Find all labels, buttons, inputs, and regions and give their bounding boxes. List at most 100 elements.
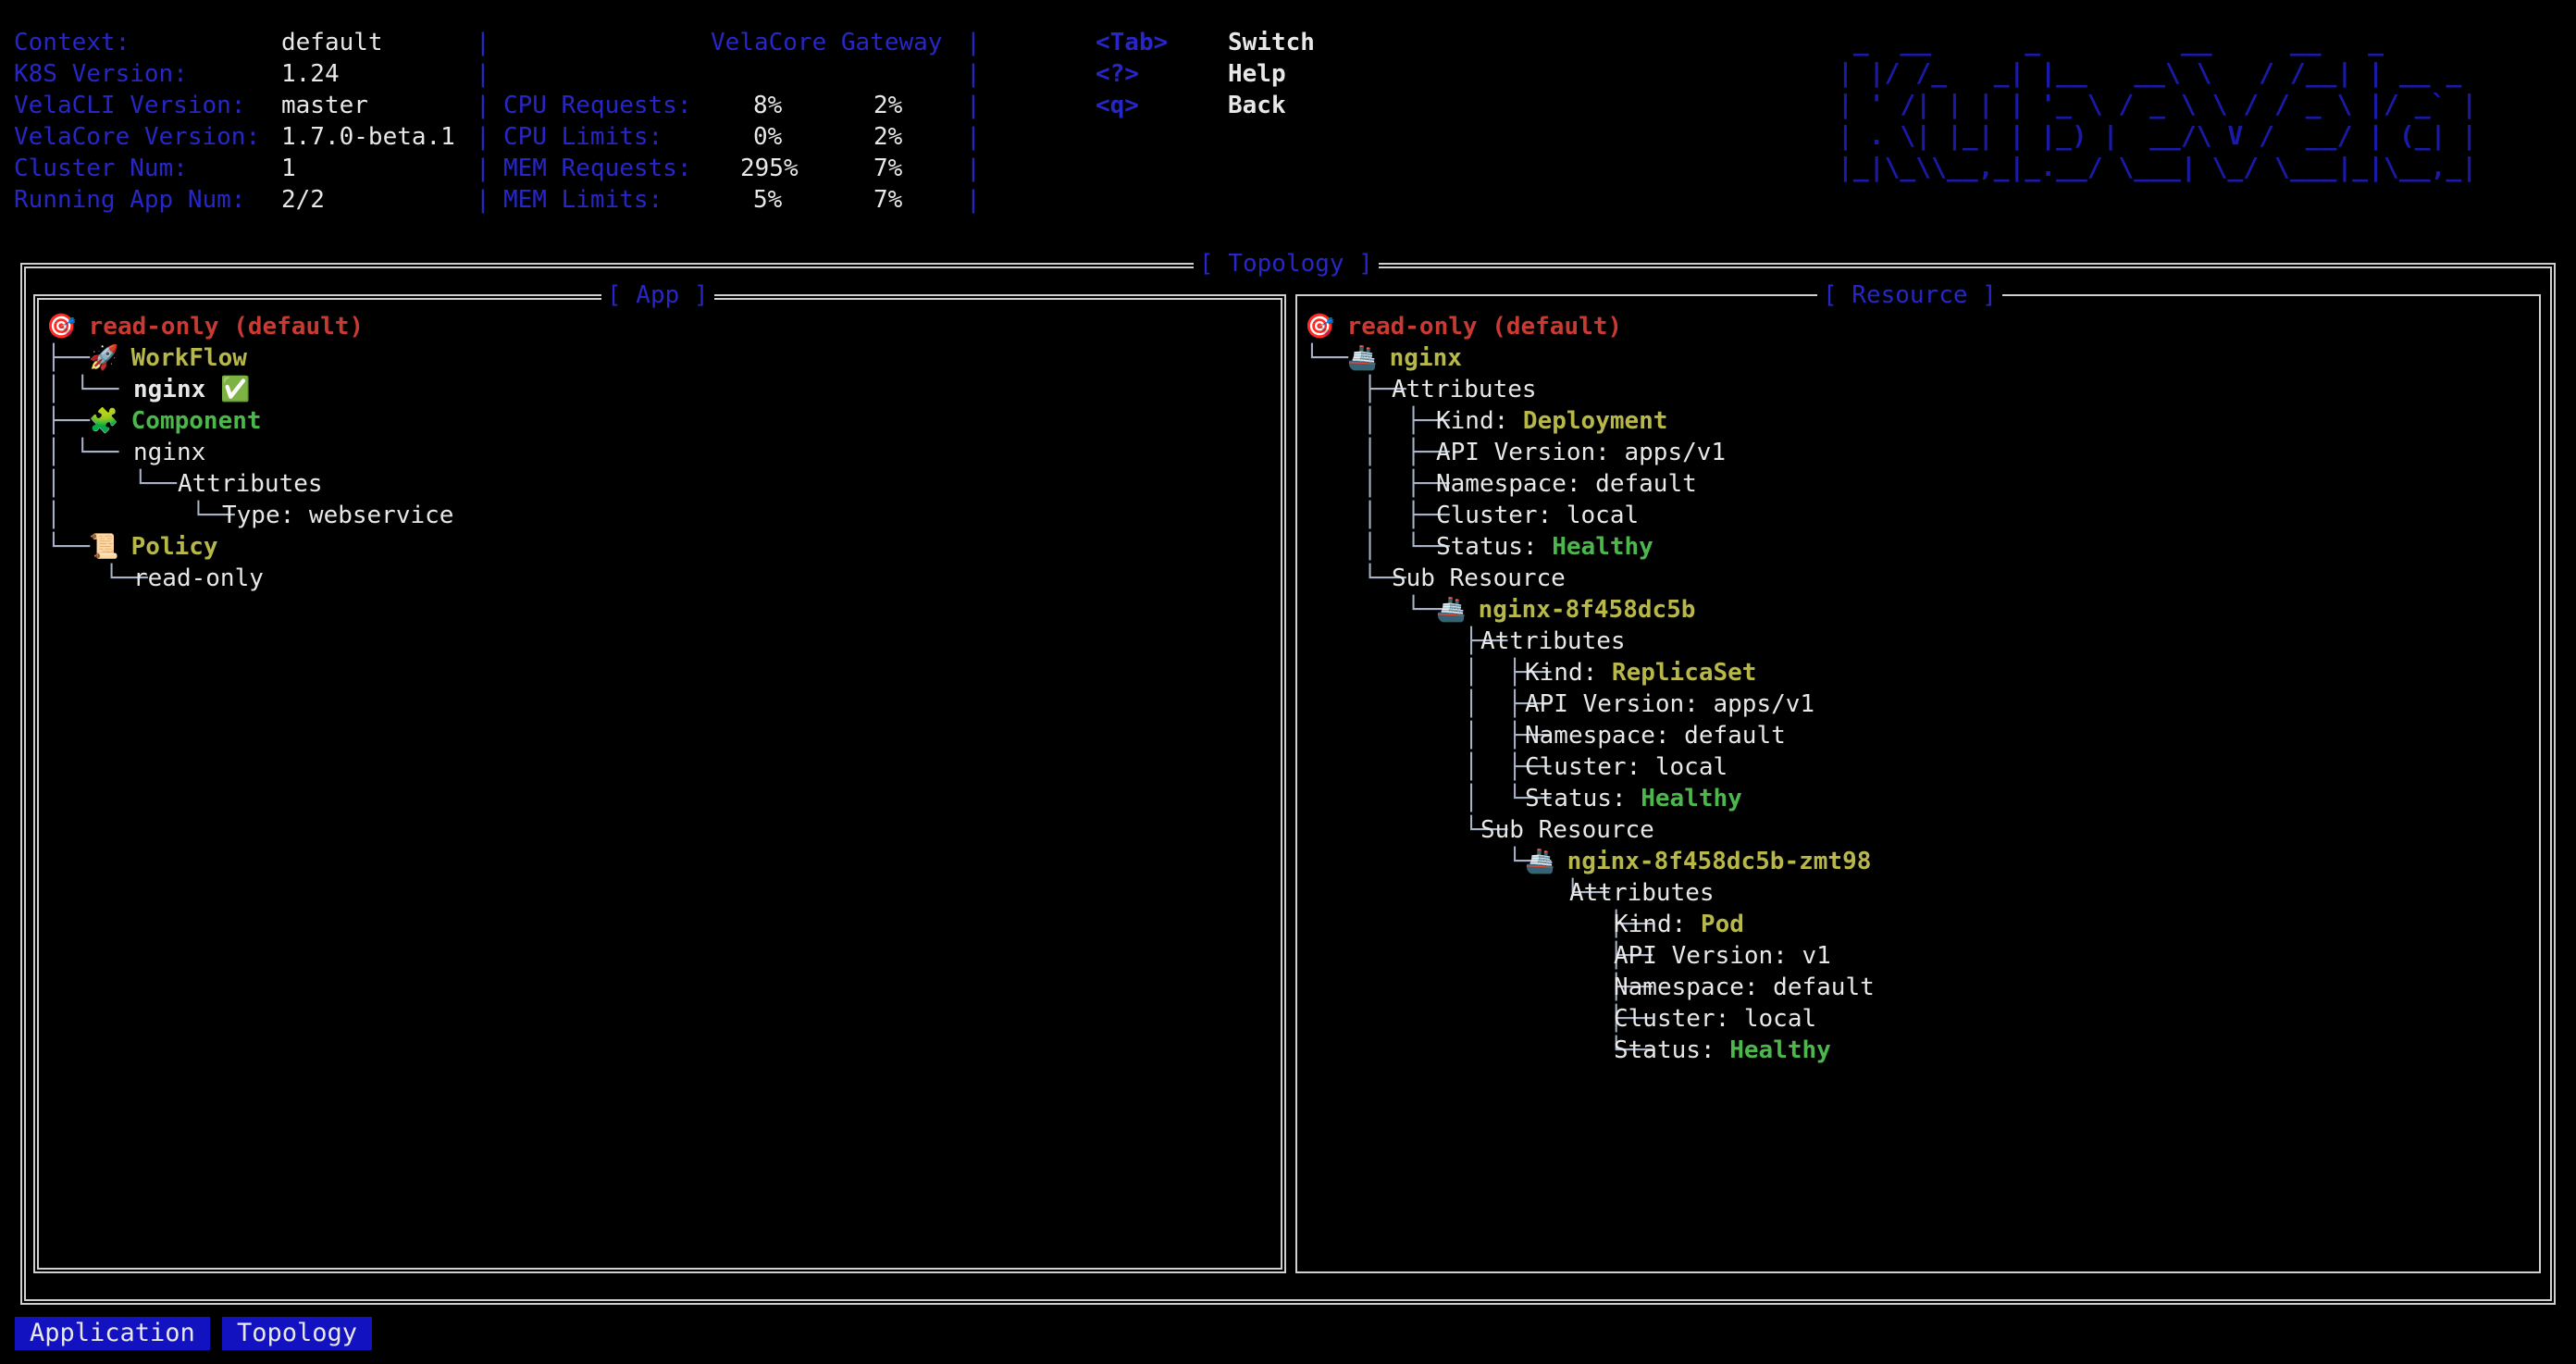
tree-branch: │ ├──: [1305, 502, 1450, 529]
shortcut-action-switch[interactable]: Switch: [1228, 27, 1315, 58]
status-prefix: Status:: [1525, 785, 1641, 812]
usage-value: 7%: [873, 186, 903, 214]
info-label: Context:: [14, 29, 130, 56]
resource-attributes[interactable]: Attributes: [1480, 626, 1626, 657]
resource-node[interactable]: 🚢 nginx: [1347, 342, 1462, 374]
usage-label: MEM Limits:: [503, 186, 663, 214]
api-prefix: API Version:: [1525, 690, 1714, 718]
app-panel-title: [ App ]: [601, 279, 714, 311]
resource-cluster: Cluster: local: [1436, 502, 1640, 529]
tree-branch: │ ├──: [1305, 753, 1552, 781]
tree-node-workflow[interactable]: 🚀 WorkFlow: [89, 342, 247, 374]
usage-value: 8%: [753, 92, 783, 119]
component-label: Component: [130, 407, 262, 435]
usage-value: 0%: [753, 123, 783, 151]
usage-label: MEM Requests:: [503, 155, 692, 182]
resource-api-version: API Version: v1: [1614, 940, 1831, 972]
kind-value: Deployment: [1522, 407, 1668, 435]
resource-name: nginx: [1389, 344, 1462, 372]
kind-value: ReplicaSet: [1611, 659, 1757, 687]
resource-root[interactable]: 🎯 read-only (default): [1305, 311, 1622, 342]
target-icon: 🎯: [46, 313, 77, 341]
info-value: 2/2: [281, 186, 325, 214]
info-value: 1.7.0-beta.1: [281, 123, 455, 151]
usage-value: 295%: [740, 155, 799, 182]
tree-node-component[interactable]: 🧩 Component: [89, 405, 262, 437]
shortcut-action-back[interactable]: Back: [1228, 90, 1286, 121]
tree-branch: └──: [1305, 1036, 1653, 1064]
resource-kind: Kind: Pod: [1614, 909, 1744, 940]
tree-branch: ├──: [1305, 942, 1653, 970]
component-name[interactable]: nginx: [133, 437, 205, 468]
status-prefix: Status:: [1614, 1036, 1730, 1064]
resource-status: Status: Healthy: [1436, 531, 1653, 563]
target-icon: 🎯: [1305, 313, 1335, 341]
resource-node[interactable]: 🚢 nginx-8f458dc5b: [1436, 594, 1695, 626]
tree-branch: │ └──: [1305, 785, 1552, 812]
tree-branch: ├──: [46, 407, 90, 435]
usage-value: 2%: [873, 123, 903, 151]
topology-title: [ Topology ]: [1194, 248, 1379, 279]
tree-node-policy[interactable]: 📜 Policy: [89, 531, 218, 563]
gateway-title: VelaCore Gateway: [711, 29, 943, 56]
check-mark-icon: ✅: [219, 376, 251, 403]
tree-branch: │ ├──: [1305, 470, 1450, 498]
resource-api-version: API Version: apps/v1: [1525, 688, 1814, 720]
status-prefix: Status:: [1436, 533, 1553, 561]
workflow-label: WorkFlow: [130, 344, 247, 372]
usage-value: 5%: [753, 186, 783, 214]
tree-branch: ├──: [46, 344, 90, 372]
component-attributes[interactable]: Attributes: [178, 468, 323, 500]
api-value: apps/v1: [1713, 690, 1815, 718]
resource-attributes[interactable]: Attributes: [1569, 877, 1715, 909]
info-value: 1: [281, 155, 296, 182]
app-root-label: read-only (default): [88, 313, 365, 341]
policy-name[interactable]: read-only: [133, 563, 264, 594]
component-type: Type: webservice: [222, 502, 454, 529]
logo-line: | |/ /_ _| |__ __\ \ / /__| | __ _: [1838, 57, 2478, 88]
status-value: Healthy: [1729, 1036, 1831, 1064]
info-label: Cluster Num:: [14, 155, 188, 182]
puzzle-icon: 🧩: [89, 407, 119, 435]
resource-node[interactable]: 🚢 nginx-8f458dc5b-zmt98: [1525, 846, 1871, 877]
logo-line: | ' /| | | | '_ \ / _ \ \ / / _ \ |/ _` …: [1838, 89, 2478, 119]
tree-branch: │ ├──: [1305, 659, 1552, 687]
kind-prefix: Kind:: [1614, 911, 1701, 938]
tree-node-root[interactable]: 🎯 read-only (default): [46, 311, 364, 342]
policy-label: Policy: [130, 533, 218, 561]
sub-resource-label[interactable]: Sub Resource: [1392, 563, 1566, 594]
tree-branch: ├──: [1305, 973, 1653, 1001]
tree-branch: └──: [46, 533, 90, 561]
info-value: master: [281, 92, 368, 119]
sub-resource-label[interactable]: Sub Resource: [1480, 814, 1654, 846]
tab-application[interactable]: Application: [15, 1317, 210, 1350]
resource-namespace: Namespace: default: [1614, 973, 1875, 1001]
status-value: Healthy: [1552, 533, 1653, 561]
resource-name: nginx-8f458dc5b: [1478, 596, 1696, 624]
api-prefix: API Version:: [1614, 942, 1802, 970]
column-separator: | | | | | |: [476, 29, 490, 214]
tree-branch: │ └──: [46, 439, 119, 466]
tree-branch: └──: [1305, 344, 1348, 372]
resource-kind: Kind: Deployment: [1436, 405, 1667, 437]
tab-topology[interactable]: Topology: [222, 1317, 373, 1350]
ship-icon: 🚢: [1347, 344, 1378, 372]
resource-attributes[interactable]: Attributes: [1392, 374, 1537, 405]
tree-branch: │ ├──: [1305, 407, 1450, 435]
tree-branch: │ └──: [46, 502, 235, 529]
column-separator: | | | | | |: [966, 29, 981, 214]
info-label: VelaCLI Version:: [14, 92, 246, 119]
tree-branch: └──: [1305, 816, 1508, 844]
shortcut-key-tab[interactable]: <Tab>: [1096, 27, 1168, 58]
workflow-step-label: nginx: [133, 376, 206, 403]
app-panel[interactable]: [33, 294, 1286, 1273]
rocket-icon: 🚀: [89, 344, 119, 372]
shortcut-key-help[interactable]: <?>: [1096, 58, 1139, 90]
shortcut-key-back[interactable]: <q>: [1096, 90, 1139, 121]
info-value: default: [281, 29, 383, 56]
tree-branch: │ ├──: [1305, 690, 1552, 718]
shortcut-action-help[interactable]: Help: [1228, 58, 1286, 90]
usage-value: 7%: [873, 155, 903, 182]
tree-branch: └──: [1305, 879, 1609, 907]
tree-node-workflow-step[interactable]: nginx ✅: [133, 374, 251, 405]
